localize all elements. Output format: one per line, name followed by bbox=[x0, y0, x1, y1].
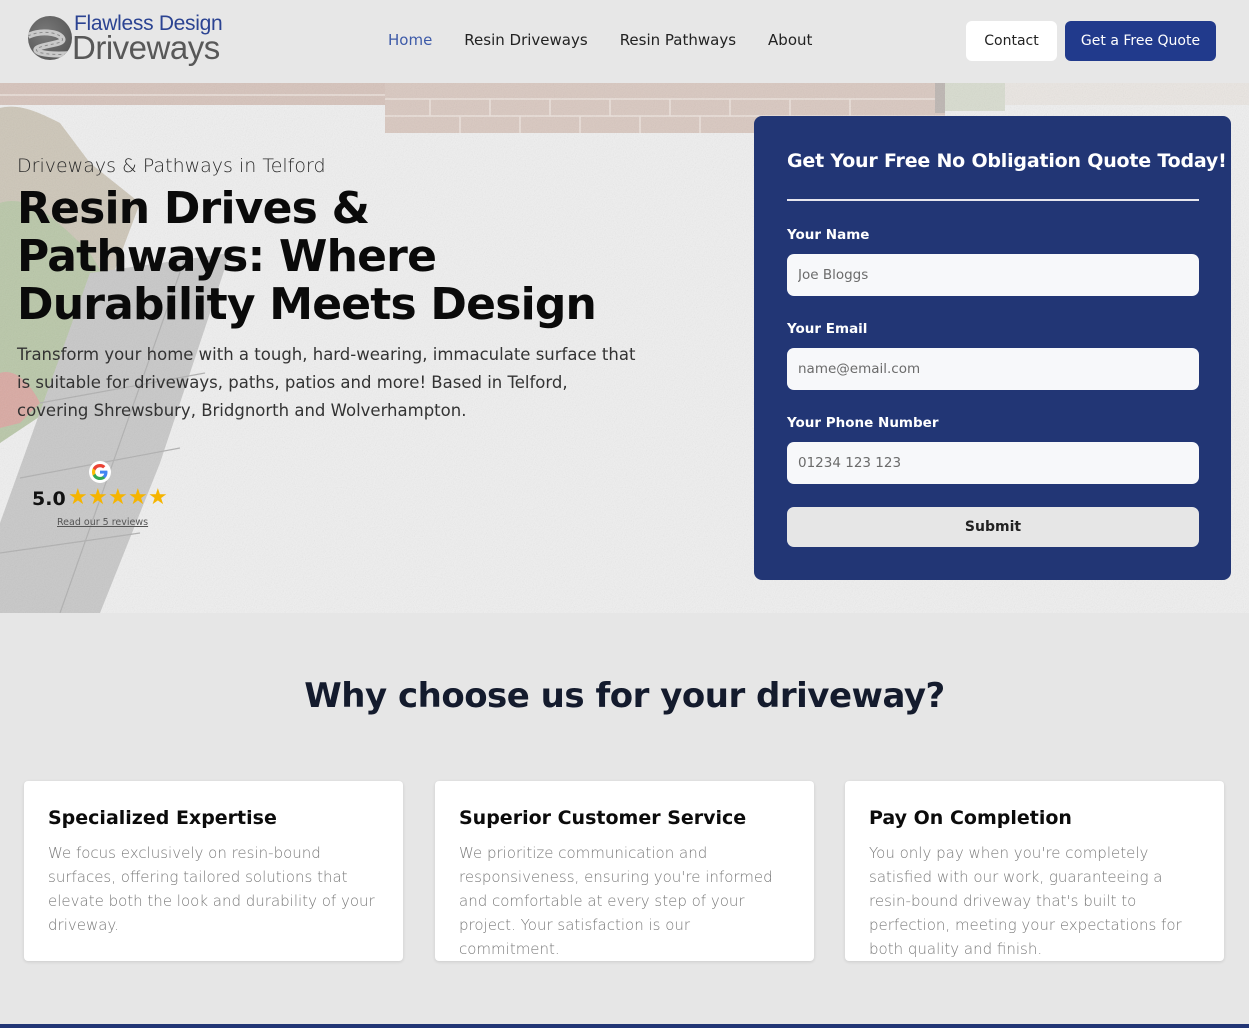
nav-about[interactable]: About bbox=[768, 31, 812, 49]
nav-resin-pathways[interactable]: Resin Pathways bbox=[620, 31, 736, 49]
hero-description: Transform your home with a tough, hard-w… bbox=[17, 345, 636, 420]
name-label: Your Name bbox=[787, 227, 870, 243]
phone-label: Your Phone Number bbox=[787, 415, 939, 431]
form-title: Get Your Free No Obligation Quote Today! bbox=[787, 150, 1227, 172]
site-header: Flawless Design Driveways Home Resin Dri… bbox=[0, 0, 1249, 83]
feature-title: Superior Customer Service bbox=[459, 807, 747, 829]
star-icon: ★ bbox=[88, 485, 108, 510]
star-icon: ★ bbox=[108, 485, 128, 510]
logo[interactable]: Flawless Design Driveways bbox=[28, 12, 228, 70]
logo-road-icon bbox=[28, 16, 72, 60]
contact-button[interactable]: Contact bbox=[966, 21, 1057, 61]
why-section-title: Why choose us for your driveway? bbox=[304, 676, 945, 716]
nav-home[interactable]: Home bbox=[388, 31, 432, 49]
google-rating-widget: 5.0 ★ ★ ★ ★ ★ Read our 5 reviews bbox=[30, 461, 170, 531]
google-icon bbox=[89, 461, 111, 483]
get-free-quote-button[interactable]: Get a Free Quote bbox=[1065, 21, 1216, 61]
submit-button[interactable]: Submit bbox=[787, 507, 1199, 547]
footer-top-border bbox=[0, 1024, 1249, 1028]
logo-line2: Driveways bbox=[72, 29, 220, 66]
feature-text: We focus exclusively on resin-bound surf… bbox=[48, 844, 375, 934]
star-icon: ★ bbox=[148, 485, 168, 510]
feature-card: Specialized Expertise We focus exclusive… bbox=[24, 781, 403, 961]
form-divider bbox=[787, 199, 1199, 201]
main-nav: Home Resin Driveways Resin Pathways Abou… bbox=[388, 31, 844, 49]
name-input[interactable] bbox=[787, 254, 1199, 296]
star-rating: ★ ★ ★ ★ ★ bbox=[68, 487, 168, 509]
hero-content: Driveways & Pathways in Telford Resin Dr… bbox=[17, 155, 657, 425]
hero-subtitle: Driveways & Pathways in Telford bbox=[17, 155, 326, 177]
feature-text: We prioritize communication and responsi… bbox=[459, 844, 773, 958]
feature-text: You only pay when you're completely sati… bbox=[869, 844, 1182, 958]
email-label: Your Email bbox=[787, 321, 868, 337]
read-reviews-link[interactable]: Read our 5 reviews bbox=[57, 517, 148, 528]
feature-card: Superior Customer Service We prioritize … bbox=[435, 781, 814, 961]
hero-title: Resin Drives & Pathways: Where Durabilit… bbox=[17, 183, 597, 330]
star-icon: ★ bbox=[128, 485, 148, 510]
feature-card: Pay On Completion You only pay when you'… bbox=[845, 781, 1224, 961]
nav-resin-driveways[interactable]: Resin Driveways bbox=[464, 31, 587, 49]
phone-input[interactable] bbox=[787, 442, 1199, 484]
feature-title: Pay On Completion bbox=[869, 807, 1072, 829]
quote-form: Get Your Free No Obligation Quote Today!… bbox=[754, 116, 1231, 580]
hero-section: Driveways & Pathways in Telford Resin Dr… bbox=[0, 83, 1249, 613]
star-icon: ★ bbox=[68, 485, 88, 510]
email-input[interactable] bbox=[787, 348, 1199, 390]
feature-title: Specialized Expertise bbox=[48, 807, 277, 829]
rating-score: 5.0 bbox=[32, 488, 66, 510]
